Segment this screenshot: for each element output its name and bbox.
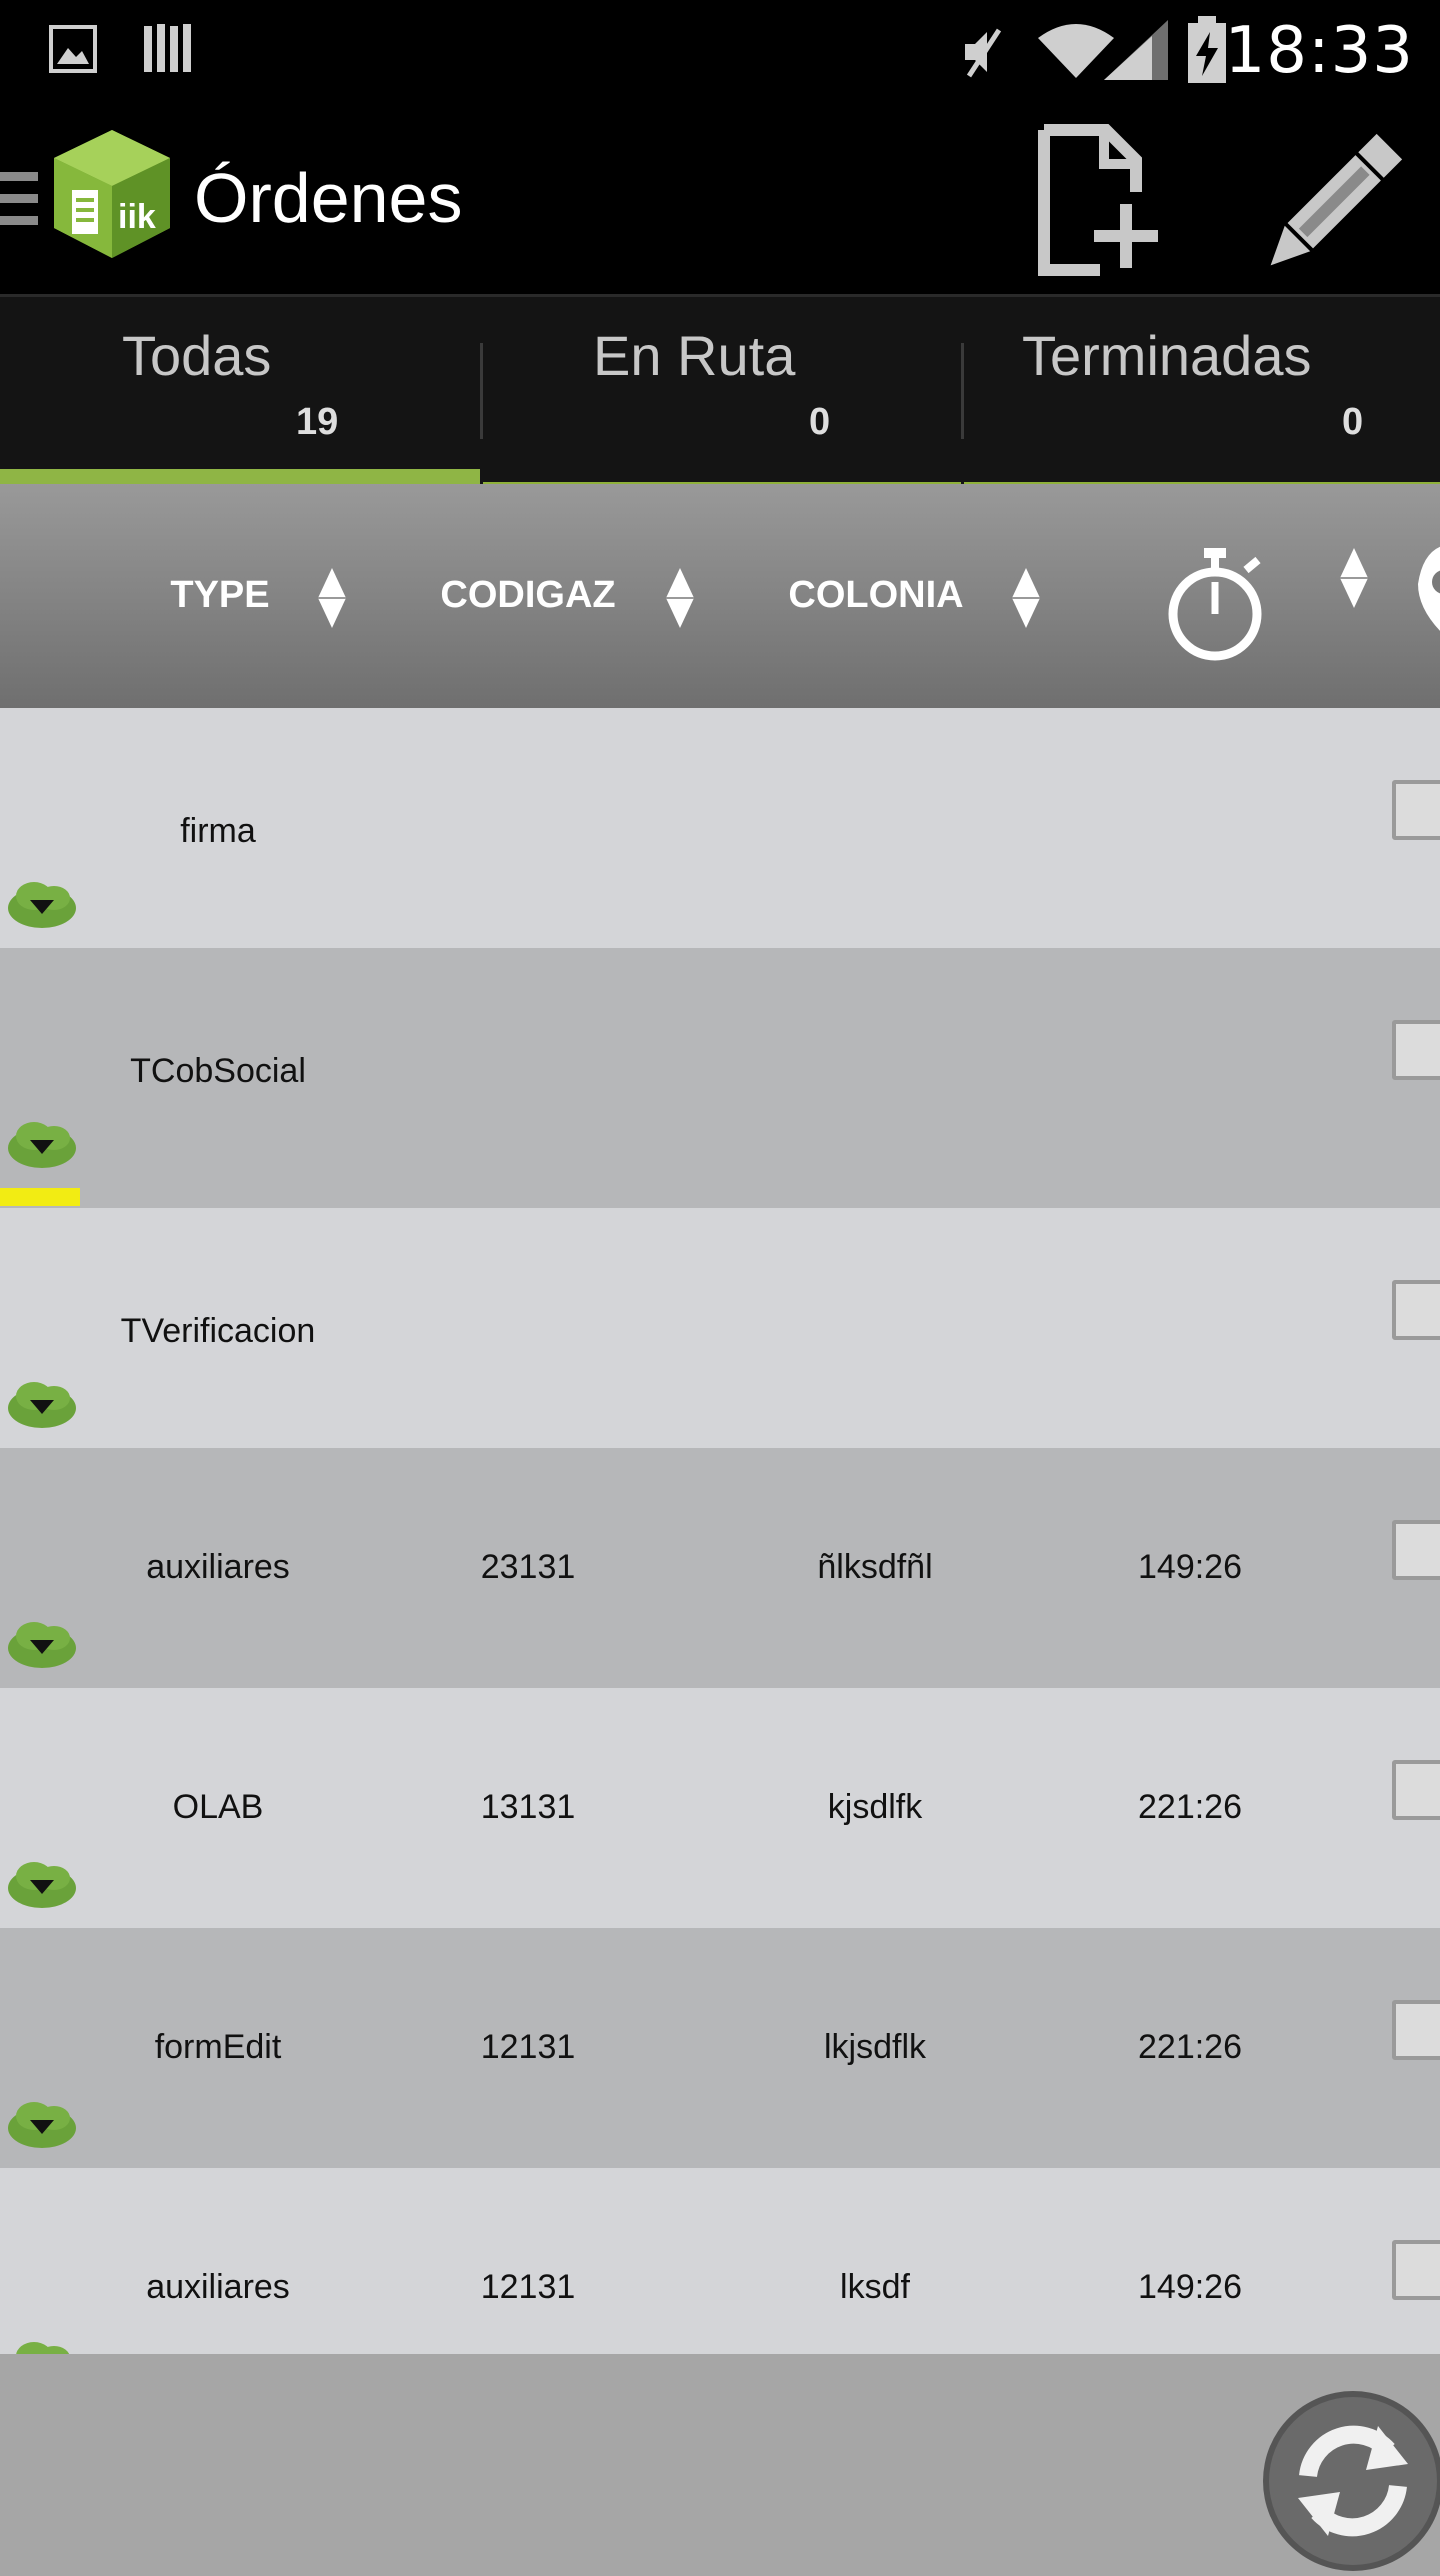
- row-checkbox[interactable]: [1392, 2240, 1440, 2300]
- cell-colonia: ñlksdfñl: [817, 1548, 933, 1586]
- stopwatch-icon[interactable]: [1160, 546, 1270, 664]
- drawer-menu-icon[interactable]: [0, 172, 40, 228]
- column-header-codigaz[interactable]: CODIGAZ: [440, 574, 616, 617]
- image-icon: [49, 25, 97, 73]
- row-checkbox[interactable]: [1392, 1020, 1440, 1080]
- table-row[interactable]: auxiliares 23131 ñlksdfñl 149:26: [0, 1448, 1440, 1688]
- app-logo-icon[interactable]: iik: [50, 128, 174, 260]
- expand-row-icon[interactable]: [6, 878, 78, 932]
- tab-count: 19: [296, 401, 339, 443]
- battery-charging-icon: [1188, 16, 1226, 83]
- table-row[interactable]: auxiliares 12131 lksdf 149:26: [0, 2168, 1440, 2354]
- action-bar: iik Órdenes: [0, 100, 1440, 294]
- priority-marker: [0, 1188, 80, 1206]
- expand-row-icon[interactable]: [6, 2338, 78, 2354]
- cell-type: TCobSocial: [130, 1052, 306, 1090]
- cell-time: 149:26: [1138, 2268, 1242, 2306]
- table-row[interactable]: TCobSocial: [0, 948, 1440, 1208]
- cell-colonia: kjsdlfk: [827, 1788, 923, 1826]
- column-header-type[interactable]: TYPE: [160, 574, 280, 617]
- row-checkbox[interactable]: [1392, 1280, 1440, 1340]
- footer-bar: [0, 2354, 1440, 2571]
- refresh-icon[interactable]: [1258, 2386, 1440, 2576]
- cell-codigaz: 12131: [480, 2028, 576, 2066]
- new-document-icon[interactable]: [1030, 120, 1180, 280]
- table-row[interactable]: firma: [0, 708, 1440, 948]
- sort-time-icon[interactable]: [1338, 546, 1370, 610]
- logo-text: iik: [118, 198, 156, 236]
- status-bar: 18:33: [0, 0, 1440, 100]
- cell-time: 149:26: [1138, 1548, 1242, 1586]
- edit-pencil-icon[interactable]: [1250, 126, 1410, 286]
- cell-type: formEdit: [154, 2028, 282, 2066]
- table-row[interactable]: OLAB 13131 kjsdlfk 221:26: [0, 1688, 1440, 1928]
- cell-colonia: lksdf: [840, 2268, 910, 2306]
- table-header: TYPE CODIGAZ COLONIA: [0, 484, 1440, 708]
- cell-time: 221:26: [1138, 2028, 1242, 2066]
- cell-codigaz: 23131: [480, 1548, 576, 1586]
- row-checkbox[interactable]: [1392, 780, 1440, 840]
- cell-type: TVerificacion: [120, 1312, 316, 1350]
- tab-count: 0: [809, 401, 831, 443]
- storage-icon: [144, 24, 191, 72]
- row-checkbox[interactable]: [1392, 2000, 1440, 2060]
- cell-codigaz: 12131: [480, 2268, 576, 2306]
- table-row[interactable]: TVerificacion: [0, 1208, 1440, 1448]
- cell-type: OLAB: [172, 1788, 264, 1826]
- cell-codigaz: 13131: [480, 1788, 576, 1826]
- column-header-colonia[interactable]: COLONIA: [786, 574, 966, 617]
- expand-row-icon[interactable]: [6, 1118, 78, 1172]
- signal-icon: [1104, 20, 1168, 80]
- cell-time: 221:26: [1138, 1788, 1242, 1826]
- tab-todas[interactable]: Todas 19: [0, 297, 480, 487]
- cell-colonia: lkjsdflk: [823, 2028, 927, 2066]
- tab-bar: Todas 19 En Ruta 0 Terminadas 0: [0, 294, 1440, 487]
- tab-terminadas[interactable]: Terminadas 0: [964, 297, 1440, 487]
- mute-icon: [965, 28, 1002, 78]
- cell-type: auxiliares: [146, 1548, 290, 1586]
- sort-codigaz-icon[interactable]: [664, 566, 696, 630]
- row-checkbox[interactable]: [1392, 1760, 1440, 1820]
- tab-label: Terminadas: [1022, 324, 1312, 387]
- cell-type: firma: [180, 812, 256, 850]
- location-pin-icon[interactable]: [1414, 544, 1440, 644]
- sort-type-icon[interactable]: [316, 566, 348, 630]
- page-title: Órdenes: [194, 159, 463, 237]
- expand-row-icon[interactable]: [6, 1858, 78, 1912]
- table-row[interactable]: formEdit 12131 lkjsdflk 221:26: [0, 1928, 1440, 2168]
- expand-row-icon[interactable]: [6, 2098, 78, 2152]
- sort-colonia-icon[interactable]: [1010, 566, 1042, 630]
- expand-row-icon[interactable]: [6, 1618, 78, 1672]
- tab-count: 0: [1342, 401, 1364, 443]
- expand-row-icon[interactable]: [6, 1378, 78, 1432]
- status-time: 18:33: [1224, 14, 1414, 88]
- tab-en-ruta[interactable]: En Ruta 0: [483, 297, 961, 487]
- cell-type: auxiliares: [146, 2268, 290, 2306]
- row-checkbox[interactable]: [1392, 1520, 1440, 1580]
- orders-list: firma TCobSocial TVerificacion auxiliare…: [0, 708, 1440, 2354]
